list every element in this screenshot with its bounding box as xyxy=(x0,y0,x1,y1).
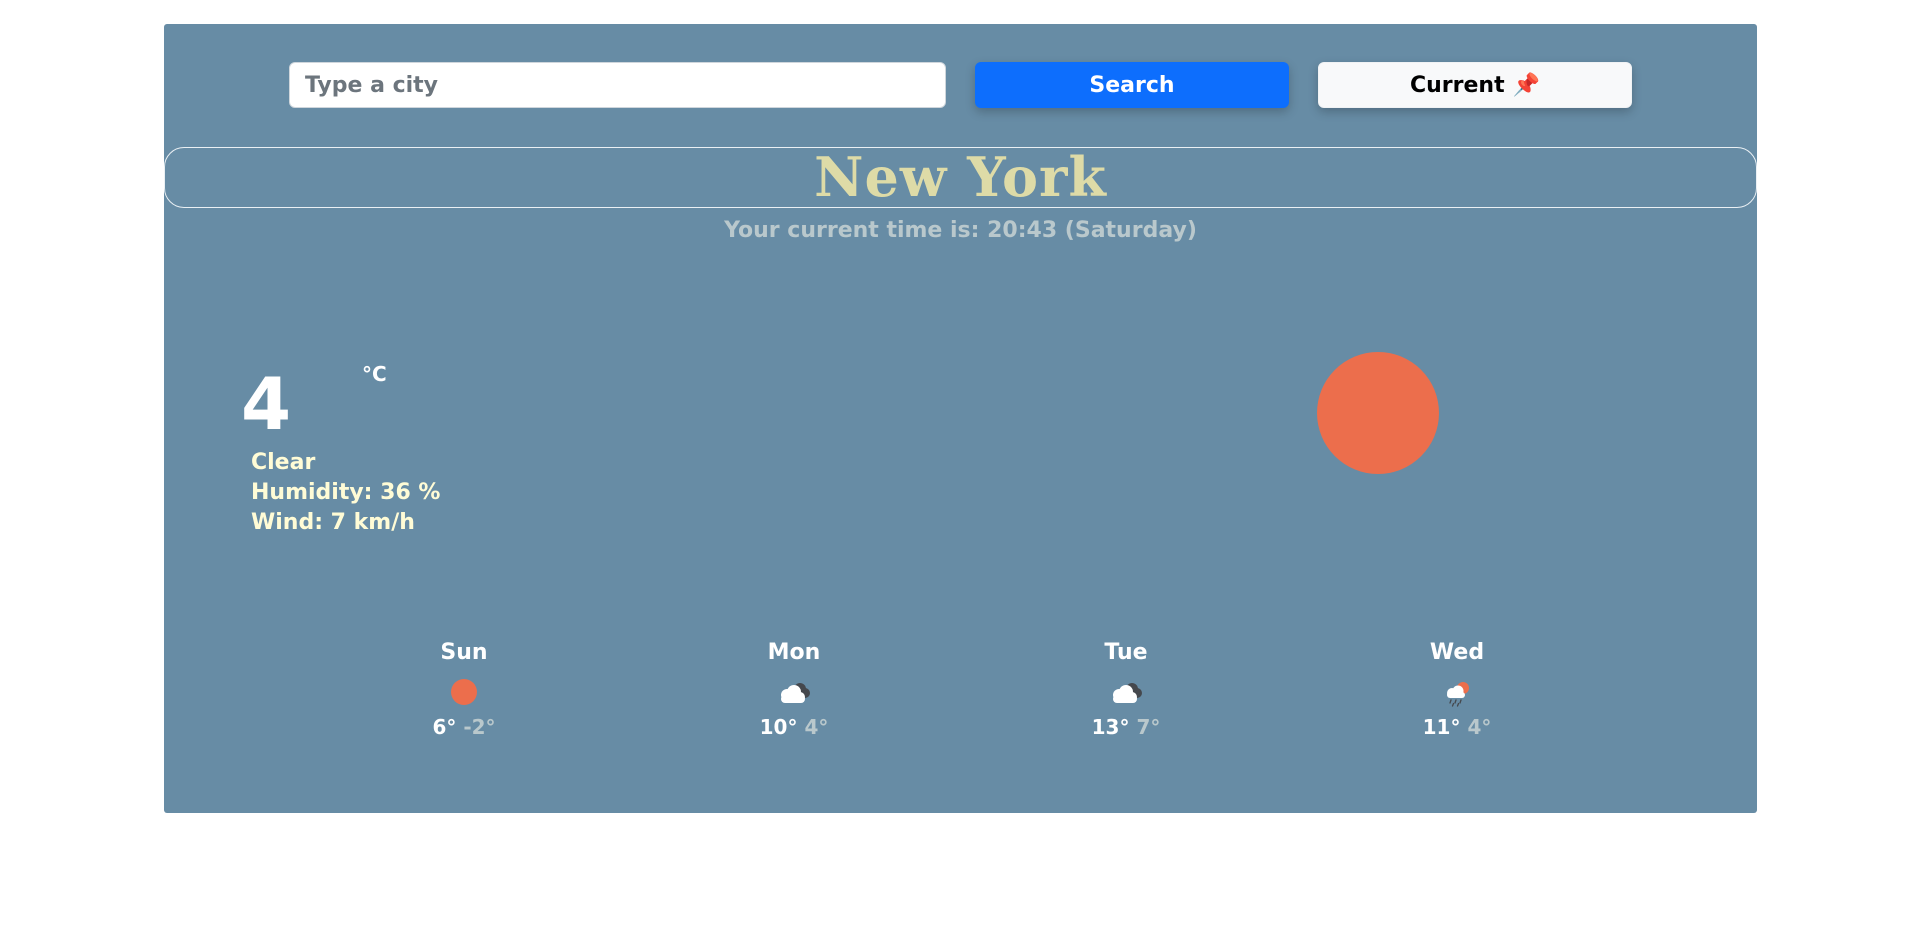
weather-details: Clear Humidity: 36 % Wind: 7 km/h xyxy=(251,448,440,538)
forecast-min-temp: -2° xyxy=(463,715,496,739)
forecast-min-temp: 4° xyxy=(1467,715,1492,739)
weather-condition: Clear xyxy=(251,450,316,475)
humidity: Humidity: 36 % xyxy=(251,480,441,505)
forecast-day-name: Mon xyxy=(767,640,821,665)
forecast-max-temp: 6° xyxy=(432,715,457,739)
forecast-temps: 11° 4° xyxy=(1357,714,1557,740)
cloudy-icon xyxy=(774,676,814,708)
cloudy-icon xyxy=(1106,676,1146,708)
forecast-temps: 13° 7° xyxy=(1026,714,1226,740)
forecast-max-temp: 11° xyxy=(1422,715,1461,739)
forecast-day-sun: Sun 6° -2° xyxy=(364,638,564,740)
forecast-min-temp: 4° xyxy=(804,715,829,739)
forecast-max-temp: 13° xyxy=(1091,715,1130,739)
current-button-label: Current xyxy=(1409,72,1505,98)
pushpin-icon: 📌 xyxy=(1512,72,1540,98)
forecast-day-tue: Tue 13° 7° xyxy=(1026,638,1226,740)
forecast-day-name: Tue xyxy=(1104,640,1148,665)
rain-sun-icon xyxy=(1437,676,1477,708)
sun-icon xyxy=(444,676,484,708)
search-button[interactable]: Search xyxy=(975,62,1289,108)
city-name: New York xyxy=(814,145,1107,209)
forecast-temps: 6° -2° xyxy=(364,714,564,740)
temperature-unit: °C xyxy=(362,362,387,386)
city-search-input[interactable] xyxy=(289,62,946,108)
city-heading-box: New York xyxy=(164,147,1757,208)
forecast-day-name: Sun xyxy=(440,640,488,665)
current-time: Your current time is: 20:43 (Saturday) xyxy=(724,218,1197,243)
forecast-day-name: Wed xyxy=(1429,640,1485,665)
forecast-temps: 10° 4° xyxy=(694,714,894,740)
sun-icon xyxy=(1317,352,1439,474)
weather-card: Search Current 📌 New York Your current t… xyxy=(164,24,1757,813)
forecast-day-wed: Wed 11° 4° xyxy=(1357,638,1557,740)
wind: Wind: 7 km/h xyxy=(251,510,415,535)
forecast-max-temp: 10° xyxy=(759,715,798,739)
current-temperature: 4 xyxy=(241,362,292,446)
forecast-min-temp: 7° xyxy=(1136,715,1161,739)
current-location-button[interactable]: Current 📌 xyxy=(1318,62,1632,108)
forecast-day-mon: Mon 10° 4° xyxy=(694,638,894,740)
